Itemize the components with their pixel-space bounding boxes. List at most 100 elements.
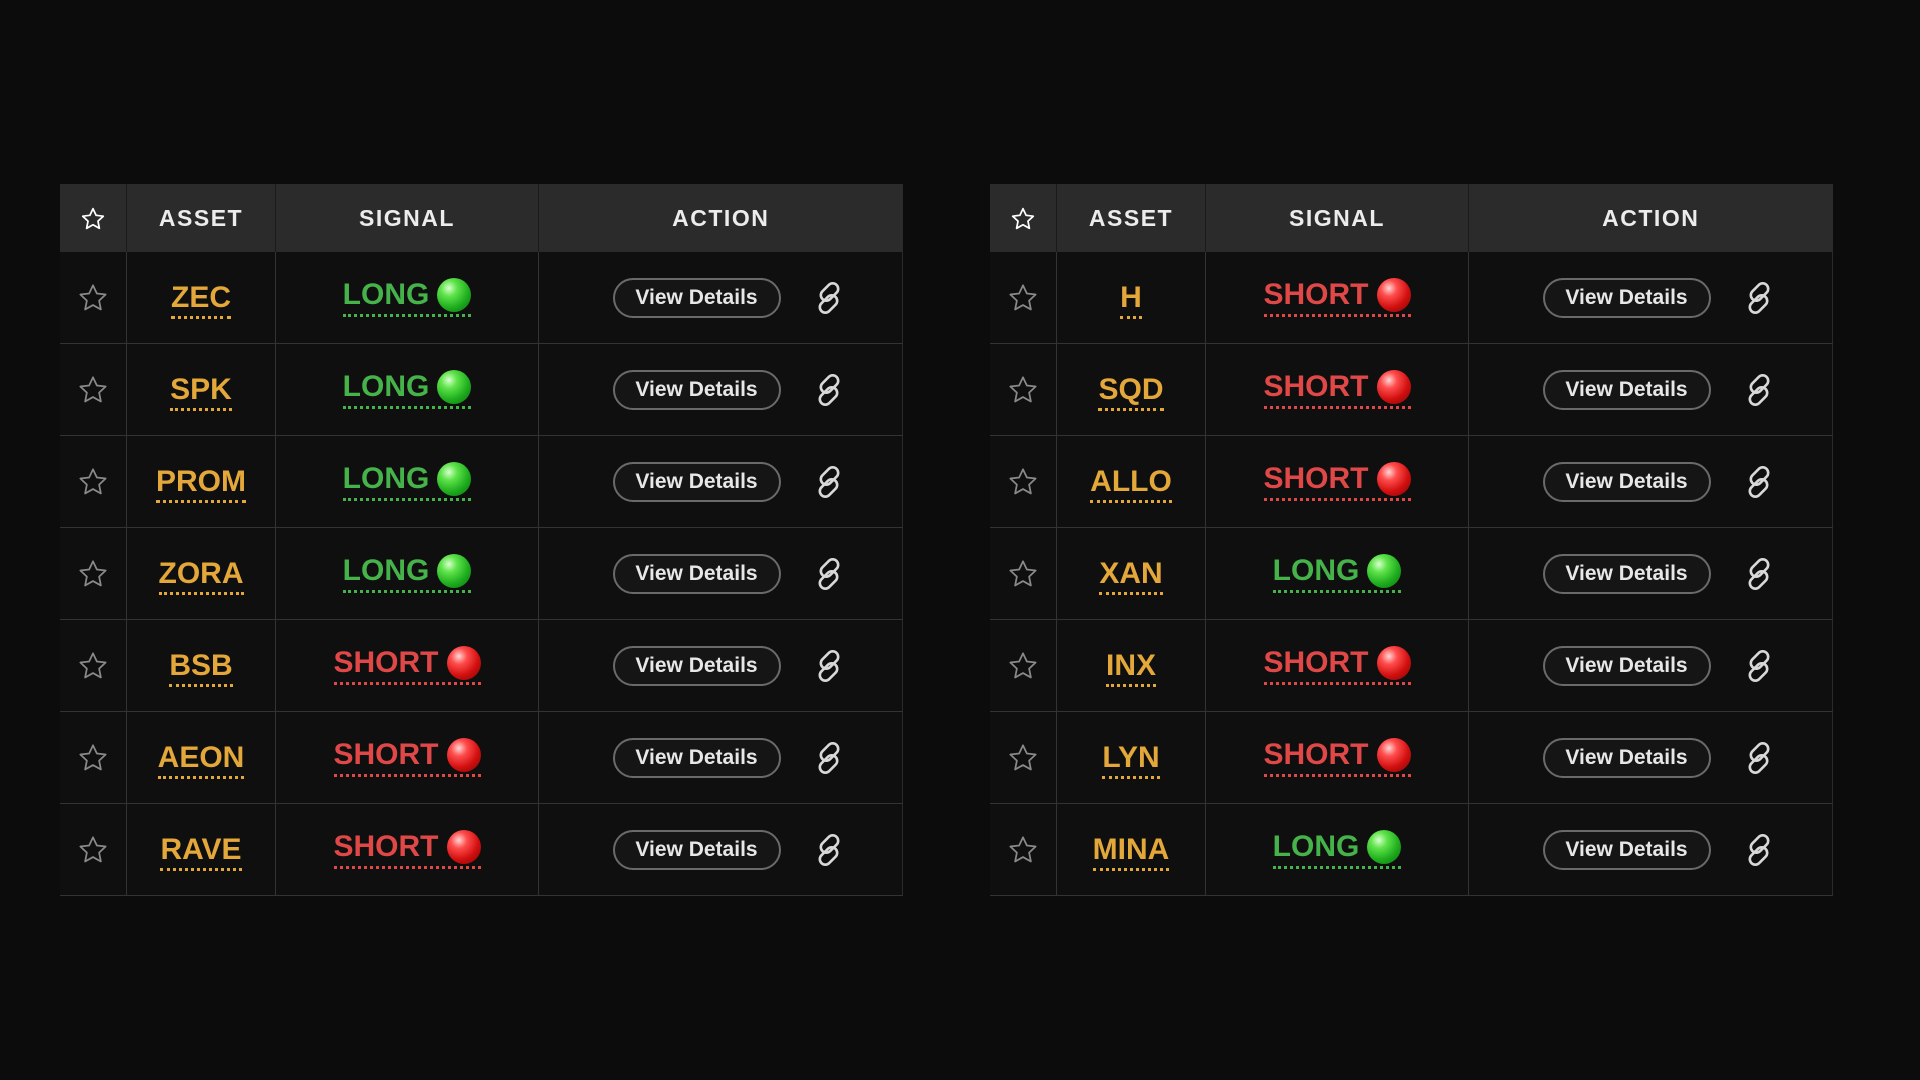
signal-badge: LONG — [342, 370, 472, 409]
chain-link-icon[interactable] — [1739, 646, 1779, 686]
star-outline-icon[interactable] — [1007, 466, 1039, 498]
table-row: SQD SHORT View Details — [990, 343, 1833, 436]
view-details-button[interactable]: View Details — [612, 553, 781, 594]
signal-badge: SHORT — [333, 738, 481, 777]
signal-cell: LONG — [1205, 527, 1469, 620]
view-details-button[interactable]: View Details — [612, 737, 781, 778]
asset-cell: ALLO — [1056, 435, 1206, 528]
view-details-button[interactable]: View Details — [1542, 829, 1711, 870]
red-dot-icon — [446, 830, 481, 864]
asset-symbol[interactable]: SQD — [1098, 372, 1164, 411]
asset-symbol[interactable]: PROM — [156, 464, 246, 503]
favorite-cell — [990, 619, 1057, 712]
action-cell: View Details — [538, 527, 903, 620]
asset-symbol[interactable]: MINA — [1092, 832, 1170, 871]
favorite-cell — [60, 252, 127, 344]
signal-cell: LONG — [275, 343, 539, 436]
action-cell: View Details — [1468, 343, 1833, 436]
asset-symbol[interactable]: ALLO — [1090, 464, 1172, 503]
star-outline-icon[interactable] — [1007, 558, 1039, 590]
signal-cell: SHORT — [1205, 343, 1469, 436]
view-details-button[interactable]: View Details — [1542, 277, 1711, 318]
star-outline-icon[interactable] — [77, 466, 109, 498]
asset-symbol[interactable]: XAN — [1099, 556, 1163, 595]
asset-symbol[interactable]: H — [1120, 280, 1142, 319]
signal-cell: SHORT — [1205, 619, 1469, 712]
header-signal[interactable]: SIGNAL — [1205, 184, 1469, 252]
signal-cell: SHORT — [1205, 435, 1469, 528]
signal-label: LONG — [342, 554, 430, 587]
green-dot-icon — [437, 278, 472, 312]
chain-link-icon[interactable] — [1739, 554, 1779, 594]
asset-symbol[interactable]: RAVE — [160, 832, 242, 871]
chain-link-icon[interactable] — [809, 278, 849, 318]
asset-cell: ZEC — [126, 252, 276, 344]
star-outline-icon[interactable] — [77, 374, 109, 406]
chain-link-icon[interactable] — [809, 462, 849, 502]
star-outline-icon[interactable] — [1007, 742, 1039, 774]
table-row: PROM LONG View Details — [60, 435, 903, 528]
asset-symbol[interactable]: LYN — [1102, 740, 1160, 779]
chain-link-icon[interactable] — [809, 830, 849, 870]
action-cell: View Details — [538, 435, 903, 528]
table-header-row: ASSET SIGNAL ACTION — [60, 184, 903, 252]
view-details-button[interactable]: View Details — [1542, 645, 1711, 686]
chain-link-icon[interactable] — [1739, 738, 1779, 778]
signal-badge: LONG — [1272, 830, 1402, 869]
star-outline-icon[interactable] — [1007, 282, 1039, 314]
star-outline-icon[interactable] — [1007, 650, 1039, 682]
signal-label: LONG — [342, 462, 430, 495]
view-details-button[interactable]: View Details — [1542, 737, 1711, 778]
table-row: SPK LONG View Details — [60, 343, 903, 436]
chain-link-icon[interactable] — [809, 370, 849, 410]
view-details-button[interactable]: View Details — [612, 369, 781, 410]
action-cell: View Details — [1468, 711, 1833, 804]
chain-link-icon[interactable] — [809, 554, 849, 594]
chain-link-icon[interactable] — [1739, 278, 1779, 318]
view-details-button[interactable]: View Details — [612, 645, 781, 686]
header-asset[interactable]: ASSET — [1056, 184, 1206, 252]
header-favorite[interactable] — [60, 184, 127, 252]
star-outline-icon[interactable] — [77, 834, 109, 866]
table-row: ZEC LONG View Details — [60, 252, 903, 344]
view-details-button[interactable]: View Details — [1542, 461, 1711, 502]
chain-link-icon[interactable] — [1739, 462, 1779, 502]
action-cell: View Details — [1468, 619, 1833, 712]
asset-symbol[interactable]: ZORA — [158, 556, 244, 595]
view-details-button[interactable]: View Details — [612, 277, 781, 318]
chain-link-icon[interactable] — [1739, 370, 1779, 410]
red-dot-icon — [1376, 646, 1411, 680]
view-details-button[interactable]: View Details — [612, 461, 781, 502]
view-details-button[interactable]: View Details — [1542, 369, 1711, 410]
favorite-cell — [60, 711, 127, 804]
chain-link-icon[interactable] — [809, 646, 849, 686]
asset-symbol[interactable]: AEON — [157, 740, 245, 779]
asset-symbol[interactable]: BSB — [169, 648, 233, 687]
star-outline-icon[interactable] — [1007, 374, 1039, 406]
signal-badge: SHORT — [333, 830, 481, 869]
header-favorite[interactable] — [990, 184, 1057, 252]
view-details-button[interactable]: View Details — [612, 829, 781, 870]
asset-symbol[interactable]: ZEC — [171, 280, 231, 319]
red-dot-icon — [1376, 738, 1411, 772]
header-asset[interactable]: ASSET — [126, 184, 276, 252]
signal-label: SHORT — [1263, 370, 1369, 403]
view-details-button[interactable]: View Details — [1542, 553, 1711, 594]
asset-symbol[interactable]: INX — [1105, 648, 1156, 687]
star-outline-icon[interactable] — [77, 742, 109, 774]
star-outline-icon[interactable] — [77, 282, 109, 314]
action-cell: View Details — [1468, 803, 1833, 896]
asset-symbol[interactable]: SPK — [170, 372, 232, 411]
signals-table-left: ASSET SIGNAL ACTION ZEC LONG View Detail… — [60, 184, 903, 896]
red-dot-icon — [1376, 278, 1411, 312]
header-signal[interactable]: SIGNAL — [275, 184, 539, 252]
star-outline-icon[interactable] — [1007, 834, 1039, 866]
favorite-cell — [60, 619, 127, 712]
star-outline-icon[interactable] — [77, 558, 109, 590]
star-outline-icon[interactable] — [77, 650, 109, 682]
chain-link-icon[interactable] — [1739, 830, 1779, 870]
favorite-cell — [990, 435, 1057, 528]
table-row: AEON SHORT View Details — [60, 711, 903, 804]
chain-link-icon[interactable] — [809, 738, 849, 778]
green-dot-icon — [1367, 554, 1402, 588]
